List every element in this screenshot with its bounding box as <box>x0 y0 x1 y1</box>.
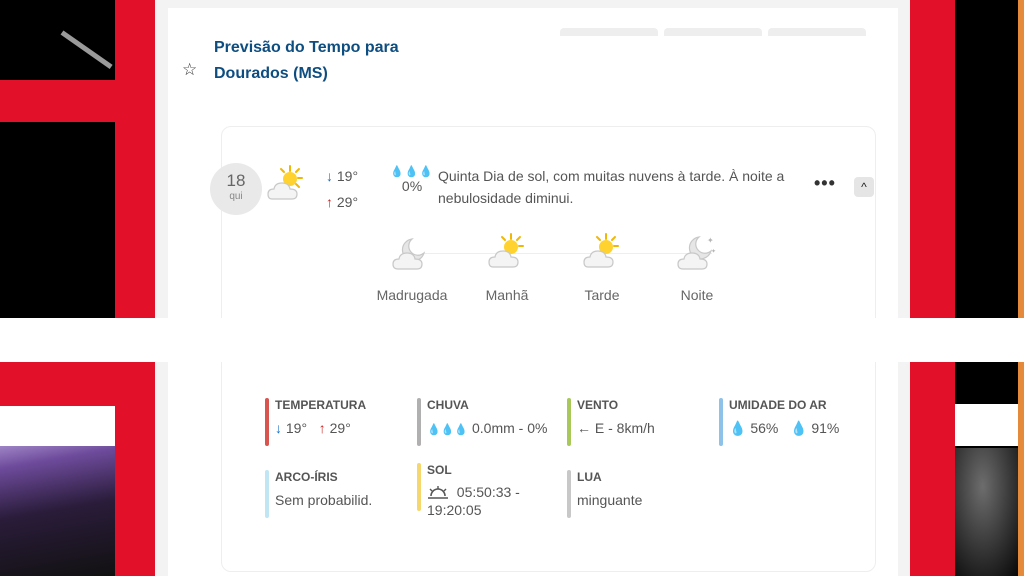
sunset-time: 19:20:05 <box>427 502 482 518</box>
water-drop-red-icon: 💧 <box>790 420 808 436</box>
detail-title: LUA <box>577 470 602 484</box>
temp-max: 29° <box>329 420 351 436</box>
detail-sun: SOL 05:50:33 - 19:20:05 <box>417 463 520 519</box>
max-temp: 29° <box>336 194 359 210</box>
period-noite[interactable]: ✦ ✦ Noite <box>657 231 737 303</box>
moon-stars-cloud-icon: ✦ ✦ <box>677 236 716 270</box>
detail-temperature: TEMPERATURA ↓ 19° ↑ 29° <box>265 398 367 446</box>
tab[interactable] <box>664 28 762 36</box>
humidity-min: 56% <box>750 420 779 436</box>
rain-chance: 0% <box>401 178 423 194</box>
background-red-column-left <box>115 0 155 576</box>
page-title: Previsão do Tempo para Dourados (MS) <box>214 39 399 82</box>
sun-cloud-icon <box>488 233 524 268</box>
svg-text:✦: ✦ <box>711 248 716 255</box>
tab[interactable] <box>768 28 866 36</box>
sunrise-time: 05:50:33 - <box>456 484 520 500</box>
top-tabs <box>560 28 866 36</box>
period-label: Tarde <box>584 287 620 303</box>
detail-moon: LUA minguante <box>567 470 643 518</box>
detail-rainbow: ARCO-ÍRIS Sem probabilid. <box>265 470 373 518</box>
forecast-panel: ☆ Previsão do Tempo para Dourados (MS) 1… <box>168 8 898 576</box>
favorite-star-icon[interactable]: ☆ <box>182 60 197 80</box>
min-temp: 19° <box>336 168 359 184</box>
arrow-up-icon: ↑ <box>318 420 326 436</box>
period-label: Noite <box>680 287 714 303</box>
detail-rain: CHUVA 💧💧💧 0.0mm - 0% <box>417 398 547 446</box>
detail-wind: VENTO ← E - 8km/h <box>567 398 655 446</box>
period-manha[interactable]: Manhã <box>467 231 547 303</box>
background-red-band <box>0 80 115 122</box>
period-tarde[interactable]: Tarde <box>562 231 642 303</box>
max-temp-row: ↑ 29° <box>326 189 358 215</box>
rain-value: 0.0mm - 0% <box>471 420 548 436</box>
detail-value: Sem probabilid. <box>275 492 373 508</box>
raindrops-icon: 💧💧💧 <box>427 424 469 436</box>
rain-summary: 💧💧💧 0% <box>390 165 434 194</box>
collapse-button[interactable]: ^ <box>854 177 874 197</box>
background-white-band <box>0 404 115 446</box>
background-purple-shape <box>0 426 115 576</box>
detail-value: ← E - 8km/h <box>577 420 655 436</box>
arrow-up-icon: ↑ <box>326 194 333 210</box>
svg-text:✦: ✦ <box>707 236 714 245</box>
wind-direction-arrow-icon: ← <box>577 420 591 436</box>
day-periods: Madrugada Manhã Tarde ✦ ✦ Noite <box>372 231 772 311</box>
wind-value: E - 8km/h <box>594 420 655 436</box>
background-red-column-right <box>910 0 955 576</box>
date-weekday: qui <box>229 191 243 202</box>
humidity-max: 91% <box>811 420 840 436</box>
detail-title: VENTO <box>577 398 619 412</box>
detail-value: 05:50:33 - 19:20:05 <box>427 483 520 519</box>
period-madrugada[interactable]: Madrugada <box>372 231 452 303</box>
period-label: Manhã <box>485 287 529 303</box>
date-day: 18 <box>226 171 246 190</box>
more-options-icon[interactable]: ••• <box>814 173 836 194</box>
page: ☆ Previsão do Tempo para Dourados (MS) 1… <box>155 0 910 576</box>
background-red-band-lower <box>0 362 115 406</box>
sun-cloud-icon <box>267 165 303 200</box>
detail-title: TEMPERATURA <box>275 398 367 412</box>
detail-humidity: UMIDADE DO AR 💧 56% 💧 91% <box>719 398 839 446</box>
detail-title: SOL <box>427 463 452 477</box>
water-drop-icon: 💧 <box>729 420 747 436</box>
raindrops-icon: 💧💧💧 <box>390 166 435 178</box>
sun-cloud-icon <box>583 233 619 268</box>
forecast-description: Quinta Dia de sol, com muitas nuvens à t… <box>438 168 785 206</box>
detail-title: ARCO-ÍRIS <box>275 470 338 484</box>
detail-title: CHUVA <box>427 398 469 412</box>
tab[interactable] <box>560 28 658 36</box>
date-badge: 18 qui <box>210 163 262 215</box>
temp-min: 19° <box>285 420 308 436</box>
arrow-down-icon: ↓ <box>326 168 333 184</box>
detail-title: UMIDADE DO AR <box>729 398 827 412</box>
overlay-white-strip <box>0 318 1024 362</box>
min-temp-row: ↓ 19° <box>326 163 358 189</box>
period-label: Madrugada <box>376 287 448 303</box>
background-orange-edge <box>1018 0 1024 576</box>
detail-value: ↓ 19° ↑ 29° <box>275 420 366 436</box>
detail-value: 💧 56% 💧 91% <box>729 420 839 437</box>
arrow-down-icon: ↓ <box>275 420 282 436</box>
temperature-summary: ↓ 19° ↑ 29° <box>326 163 358 215</box>
detail-value: minguante <box>577 492 643 508</box>
moon-cloud-icon <box>392 238 426 270</box>
detail-value: 💧💧💧 0.0mm - 0% <box>427 420 547 436</box>
background-grey-shape <box>955 448 1024 576</box>
background-white-band-right <box>955 404 1024 446</box>
sunrise-icon <box>428 486 448 499</box>
